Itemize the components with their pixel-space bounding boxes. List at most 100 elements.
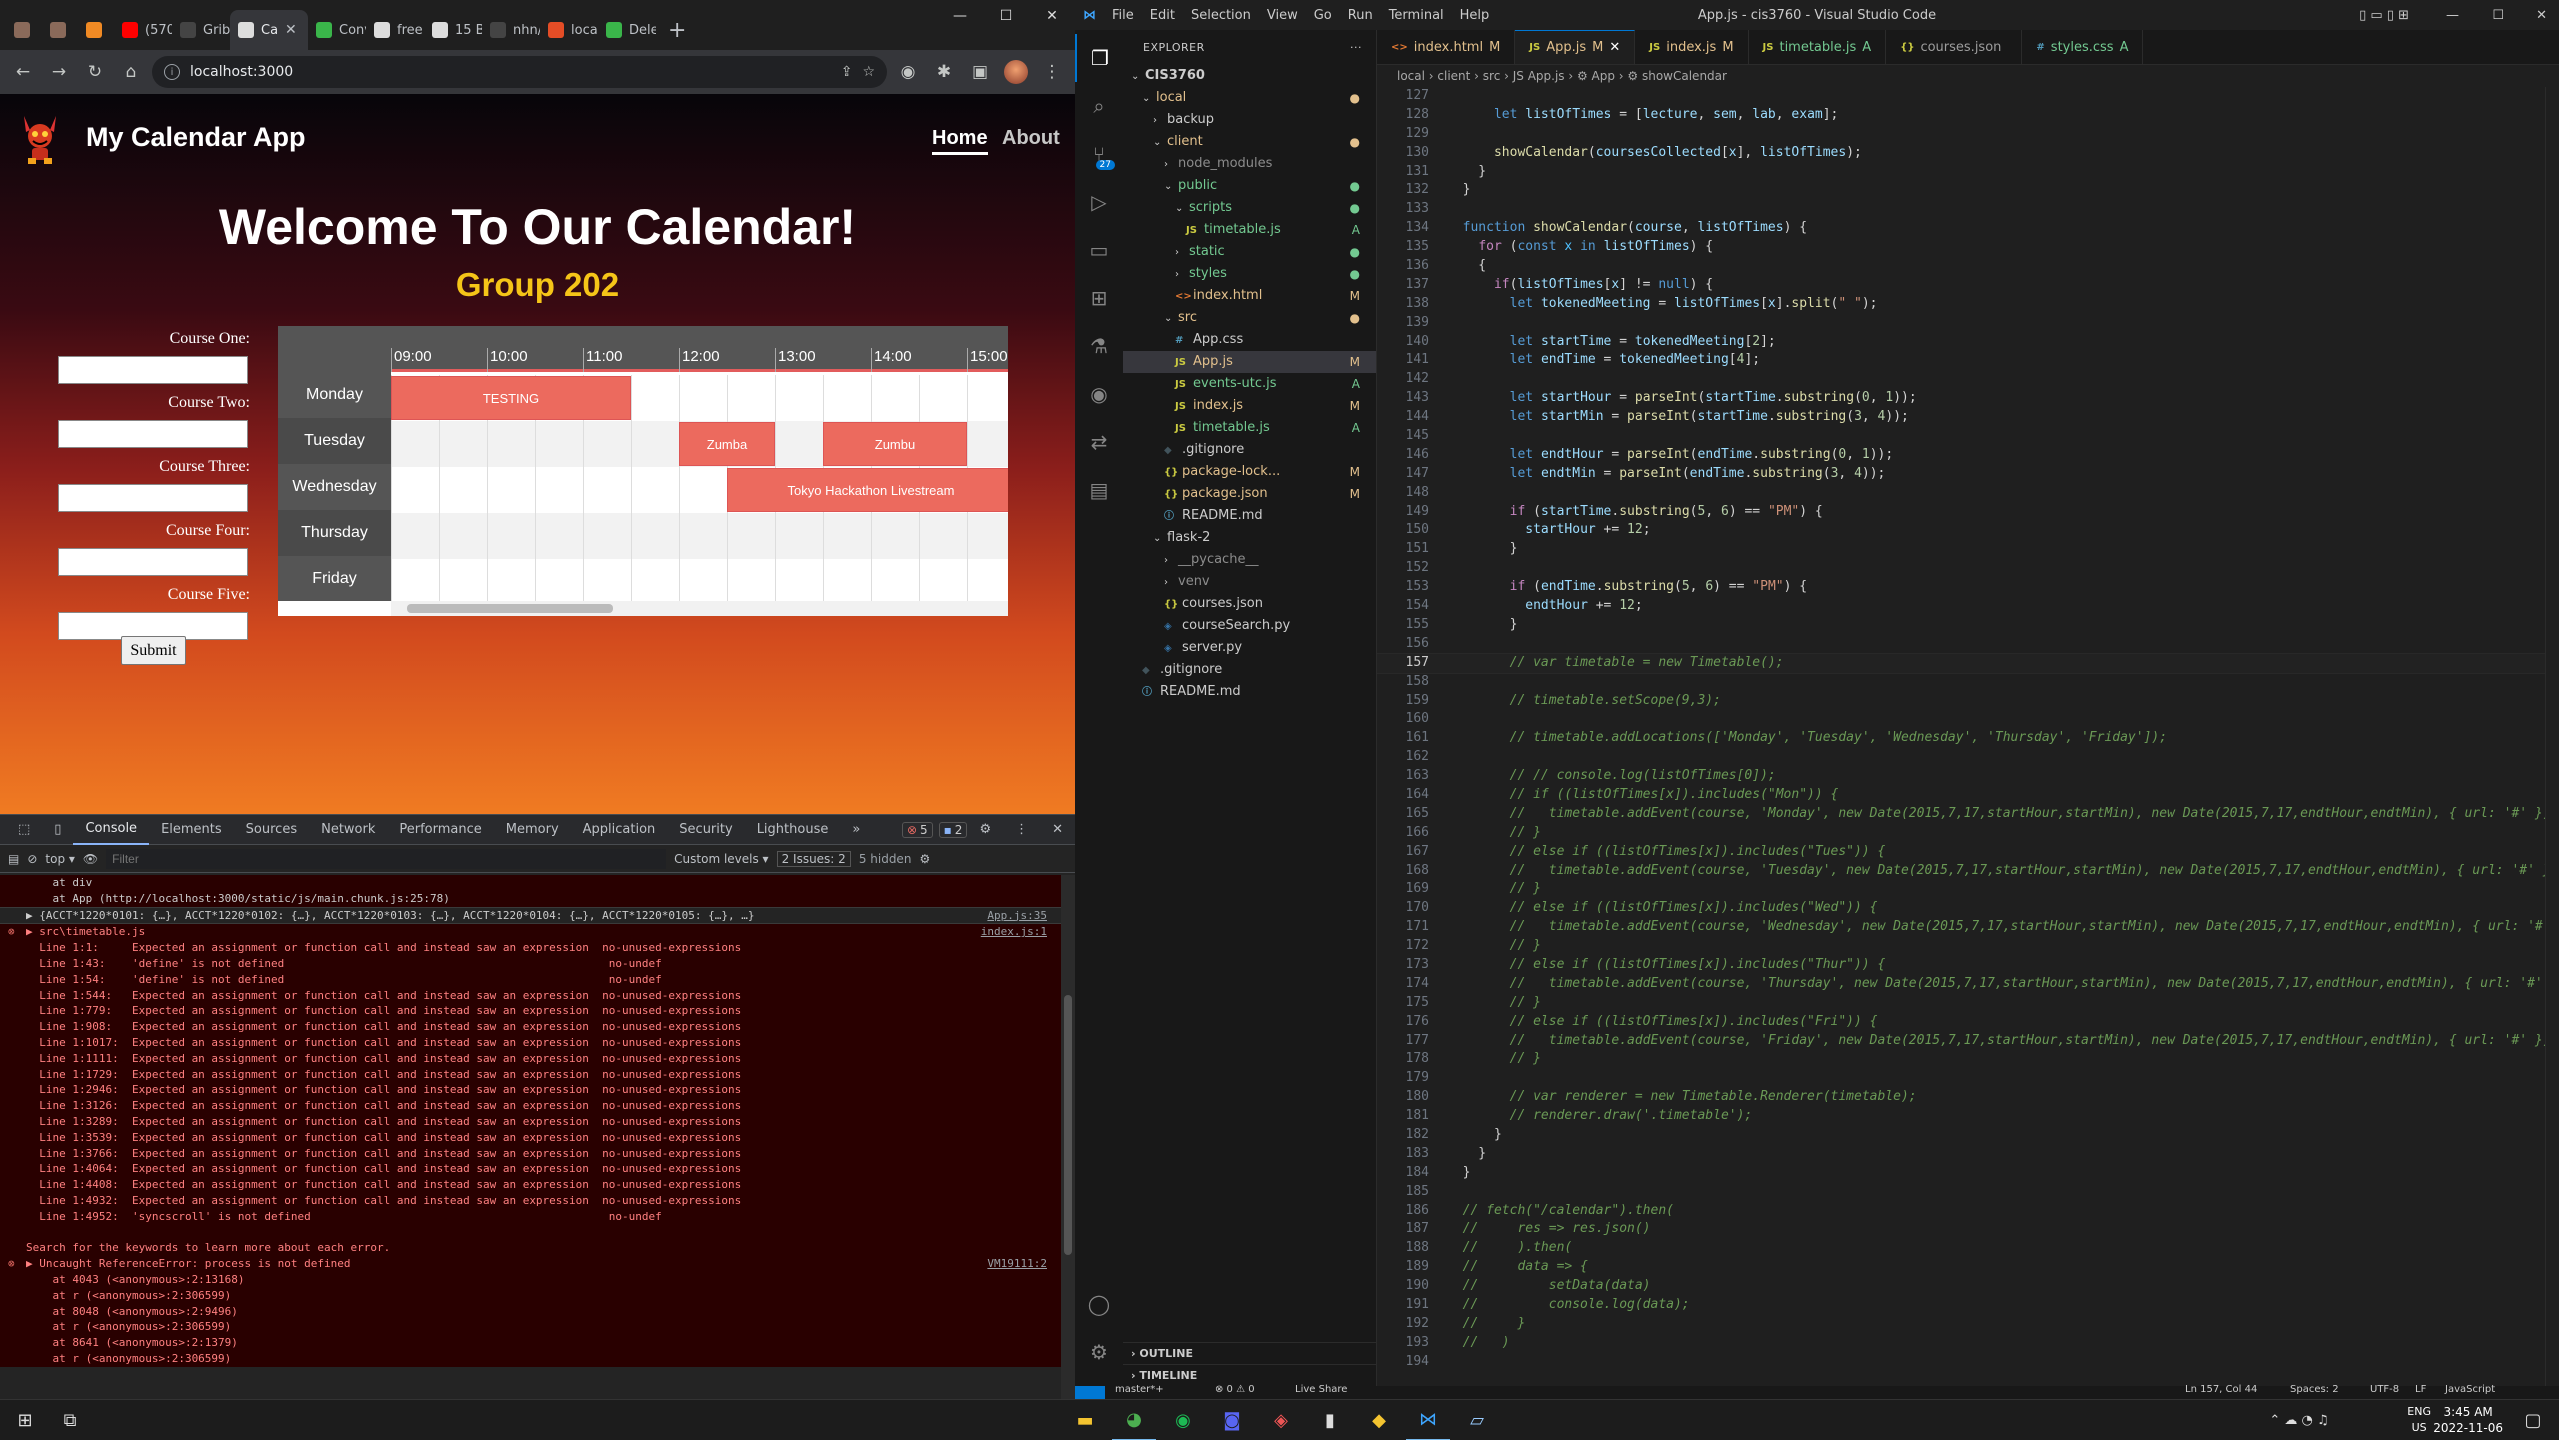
browser-tab-9[interactable]: nhn/t xyxy=(482,10,540,50)
tree-item[interactable]: JS events-utc.js A xyxy=(1123,373,1376,395)
course-three-input[interactable] xyxy=(58,484,248,512)
devtools-tab-4[interactable]: Performance xyxy=(387,815,493,845)
code-line[interactable]: 154 endtHour += 12; xyxy=(1377,597,2559,616)
code-line[interactable]: 147 let endtMin = parseInt(endTime.subst… xyxy=(1377,465,2559,484)
code-line[interactable]: 161 // timetable.addLocations(['Monday',… xyxy=(1377,729,2559,748)
notes-icon[interactable]: ▮ xyxy=(1308,1400,1352,1440)
code-line[interactable]: 149 if (startTime.substring(5, 6) == "PM… xyxy=(1377,503,2559,522)
context-select[interactable]: top ▾ xyxy=(45,852,75,866)
code-line[interactable]: 185 xyxy=(1377,1183,2559,1202)
address-bar[interactable]: i localhost:3000 ⇪ ☆ xyxy=(152,56,887,88)
tree-item[interactable]: › static ● xyxy=(1123,241,1376,263)
discord-icon[interactable]: ◙ xyxy=(1210,1400,1254,1440)
code-line[interactable]: 166 // } xyxy=(1377,824,2559,843)
code-line[interactable]: 128 let listOfTimes = [lecture, sem, lab… xyxy=(1377,106,2559,125)
code-line[interactable]: 153 if (endTime.substring(5, 6) == "PM")… xyxy=(1377,578,2559,597)
extensions-icon[interactable]: ⊞ xyxy=(1075,274,1123,322)
devtools-tab-6[interactable]: Application xyxy=(571,815,668,845)
browser-tab-1[interactable] xyxy=(42,10,78,50)
outline-panel-header[interactable]: › OUTLINE xyxy=(1123,1342,1376,1364)
code-line[interactable]: 136 { xyxy=(1377,257,2559,276)
code-line[interactable]: 190 // setData(data) xyxy=(1377,1277,2559,1296)
code-line[interactable]: 189 // data => { xyxy=(1377,1258,2559,1277)
code-line[interactable]: 155 } xyxy=(1377,616,2559,635)
menu-run[interactable]: Run xyxy=(1340,8,1381,23)
console-source-link[interactable]: App.js:35 xyxy=(987,908,1047,924)
minimize-icon[interactable]: — xyxy=(937,0,983,32)
timetable-event[interactable]: Tokyo Hackathon Livestream xyxy=(727,468,1008,512)
timetable-event[interactable]: Zumbu xyxy=(823,422,967,466)
code-line[interactable]: 186 // fetch("/calendar").then( xyxy=(1377,1202,2559,1221)
clock[interactable]: 3:45 AM 2022-11-06 xyxy=(2433,1404,2503,1436)
extensions-icon[interactable]: ✱ xyxy=(929,57,959,87)
problems-indicator[interactable]: ⊗ 0 ⚠ 0 xyxy=(1215,1384,1255,1395)
browser-tab-8[interactable]: 15 Be xyxy=(424,10,482,50)
vscode-maximize-icon[interactable]: ☐ xyxy=(2492,8,2504,23)
tree-item[interactable]: ⌄ client ● xyxy=(1123,131,1376,153)
code-line[interactable]: 150 startHour += 12; xyxy=(1377,521,2559,540)
tree-item[interactable]: › styles ● xyxy=(1123,263,1376,285)
devtools-tab-7[interactable]: Security xyxy=(667,815,744,845)
search-icon[interactable]: ⌕ xyxy=(1075,82,1123,130)
maximize-icon[interactable]: ☐ xyxy=(983,0,1029,32)
tree-item[interactable]: › __pycache__ xyxy=(1123,549,1376,571)
device-toggle-icon[interactable]: ▯ xyxy=(42,815,73,845)
explorer-icon[interactable]: ❐ xyxy=(1075,34,1123,82)
nav-about-link[interactable]: About xyxy=(1002,127,1060,150)
console-filter-input[interactable] xyxy=(106,848,667,869)
browser-tab-5[interactable]: Ca ✕ xyxy=(230,10,308,50)
reload-icon[interactable]: ↻ xyxy=(80,57,110,87)
browser-tab-0[interactable] xyxy=(6,10,42,50)
docker-icon[interactable]: ▤ xyxy=(1075,466,1123,514)
code-line[interactable]: 177 // timetable.addEvent(course, 'Frida… xyxy=(1377,1032,2559,1051)
editor-tab-index-js[interactable]: JS index.js M xyxy=(1635,30,1749,64)
github-icon[interactable]: ◉ xyxy=(1075,370,1123,418)
eol[interactable]: LF xyxy=(2415,1384,2426,1395)
chrome-menu-icon[interactable]: ⋮ xyxy=(1037,57,1067,87)
tree-item[interactable]: ◈ courseSearch.py xyxy=(1123,615,1376,637)
code-line[interactable]: 142 xyxy=(1377,370,2559,389)
code-line[interactable]: 172 // } xyxy=(1377,937,2559,956)
cursor-position[interactable]: Ln 157, Col 44 xyxy=(2185,1384,2257,1395)
issues-button[interactable]: 2 Issues: 2 xyxy=(776,850,851,867)
course-one-input[interactable] xyxy=(58,356,248,384)
timetable-event[interactable]: TESTING xyxy=(391,376,631,420)
site-info-icon[interactable]: i xyxy=(164,64,180,80)
code-line[interactable]: 159 // timetable.setScope(9,3); xyxy=(1377,692,2559,711)
spotify-icon[interactable]: ◉ xyxy=(1161,1400,1205,1440)
console-source-link[interactable]: index.js:1 xyxy=(981,924,1047,940)
chrome-taskbar-icon[interactable]: ◕ xyxy=(1112,1400,1156,1440)
console-settings-icon[interactable]: ⚙ xyxy=(919,852,930,866)
devtools-close-icon[interactable]: ✕ xyxy=(1040,815,1075,845)
inspect-icon[interactable]: ⬚ xyxy=(6,815,42,845)
live-share-status[interactable]: Live Share xyxy=(1295,1384,1347,1395)
tree-item[interactable]: ⌄ src ● xyxy=(1123,307,1376,329)
devtools-tab-0[interactable]: Console xyxy=(73,815,150,845)
home-icon[interactable]: ⌂ xyxy=(116,57,146,87)
code-line[interactable]: 140 let startTime = tokenedMeeting[2]; xyxy=(1377,333,2559,352)
tree-item[interactable]: ⌄ flask-2 xyxy=(1123,527,1376,549)
browser-tab-3[interactable]: (570) I xyxy=(114,10,172,50)
settings-gear-icon[interactable]: ⚙ xyxy=(1075,1328,1123,1376)
clear-console-icon[interactable]: ⊘ xyxy=(27,852,37,866)
menu-selection[interactable]: Selection xyxy=(1183,8,1259,23)
file-explorer-icon[interactable]: ▬ xyxy=(1063,1400,1107,1440)
tree-item[interactable]: ⓘ README.md xyxy=(1123,505,1376,527)
tree-item[interactable]: <>index.html M xyxy=(1123,285,1376,307)
editor-tab-timetable-js[interactable]: JS timetable.js A xyxy=(1749,30,1887,64)
tree-item[interactable]: › backup xyxy=(1123,109,1376,131)
timetable-scrollbar[interactable] xyxy=(391,601,1008,616)
bookmark-star-icon[interactable]: ☆ xyxy=(862,64,875,80)
code-line[interactable]: 188 // ).then( xyxy=(1377,1239,2559,1258)
code-line[interactable]: 137 if(listOfTimes[x] != null) { xyxy=(1377,276,2559,295)
live-share-icon[interactable]: ⇄ xyxy=(1075,418,1123,466)
tree-item[interactable]: ⌄ CIS3760 xyxy=(1123,65,1376,87)
issues-badge[interactable]: ▪ 2 xyxy=(938,821,968,838)
devtools-tab-5[interactable]: Memory xyxy=(494,815,571,845)
code-line[interactable]: 192 // } xyxy=(1377,1315,2559,1334)
devtools-tab-1[interactable]: Elements xyxy=(149,815,234,845)
tab-close-icon[interactable]: ✕ xyxy=(285,22,297,38)
tree-item[interactable]: ◈ server.py xyxy=(1123,637,1376,659)
code-line[interactable]: 187 // res => res.json() xyxy=(1377,1220,2559,1239)
remote-indicator-icon[interactable] xyxy=(1075,1386,1105,1399)
